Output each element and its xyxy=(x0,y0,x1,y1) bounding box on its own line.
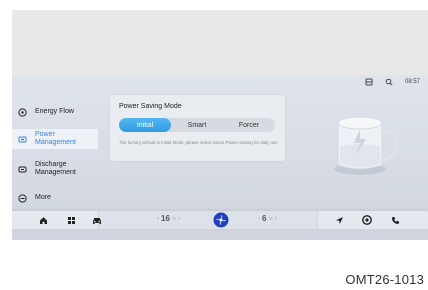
apps-icon[interactable] xyxy=(66,215,76,225)
mode-note: The factory default is Initial Mode, ple… xyxy=(119,140,279,145)
right-temperature[interactable]: ‹ 6 °C › xyxy=(258,214,277,223)
navigation-icon[interactable] xyxy=(334,215,344,225)
sidebar-item-label: More xyxy=(35,194,51,201)
left-temp-unit: °C xyxy=(171,216,177,221)
sidebar-item-energy-flow[interactable]: Energy Flow xyxy=(12,105,98,119)
car-icon[interactable] xyxy=(92,215,102,225)
mode-option-initial[interactable]: Initial xyxy=(119,118,171,132)
home-icon[interactable] xyxy=(38,215,48,225)
discharge-icon xyxy=(18,166,27,172)
temp-increase-icon[interactable]: › xyxy=(275,216,277,222)
left-temp-value: 16 xyxy=(161,214,170,223)
sidebar-item-power-management[interactable]: Power Management xyxy=(12,129,98,149)
network-icon[interactable] xyxy=(385,78,393,86)
power-management-icon xyxy=(18,136,27,142)
sidebar-item-label: Power Management xyxy=(35,131,76,146)
power-saving-panel: Power Saving Mode Initial Smart Forcer T… xyxy=(110,95,285,161)
dock-bar: ‹ 16 °C › ‹ 6 °C › xyxy=(12,211,428,229)
media-icon[interactable] xyxy=(362,215,372,225)
temp-decrease-icon[interactable]: ‹ xyxy=(258,216,260,222)
panel-title: Power Saving Mode xyxy=(119,103,182,110)
sidebar-item-discharge-management[interactable]: Discharge Management xyxy=(12,159,98,179)
temp-decrease-icon[interactable]: ‹ xyxy=(157,216,159,222)
sidebar-item-more[interactable]: More xyxy=(12,191,98,205)
energy-flow-icon xyxy=(18,107,27,117)
fan-icon[interactable] xyxy=(213,212,229,228)
mode-option-smart[interactable]: Smart xyxy=(171,118,223,132)
more-icon xyxy=(18,193,27,203)
clock: 08:57 xyxy=(404,79,420,85)
infotainment-screen: 08:57 Energy Flow Power Management Disch… xyxy=(12,75,428,240)
dock-left-zone xyxy=(12,211,99,229)
sidebar-item-label: Discharge Management xyxy=(35,161,76,176)
temp-increase-icon[interactable]: › xyxy=(178,216,180,222)
phone-icon[interactable] xyxy=(390,215,400,225)
right-temp-value: 6 xyxy=(262,214,267,223)
sidebar: Energy Flow Power Management Discharge M… xyxy=(12,97,98,211)
profile-icon[interactable] xyxy=(365,78,373,86)
left-temperature[interactable]: ‹ 16 °C › xyxy=(157,214,180,223)
figure-caption: OMT26-1013 xyxy=(345,272,424,287)
battery-illustration xyxy=(334,116,399,175)
sidebar-item-label: Energy Flow xyxy=(35,108,74,115)
mode-selector: Initial Smart Forcer xyxy=(119,118,275,132)
mode-option-forcer[interactable]: Forcer xyxy=(223,118,275,132)
status-bar: 08:57 xyxy=(365,78,420,86)
right-temp-unit: °C xyxy=(268,216,273,221)
